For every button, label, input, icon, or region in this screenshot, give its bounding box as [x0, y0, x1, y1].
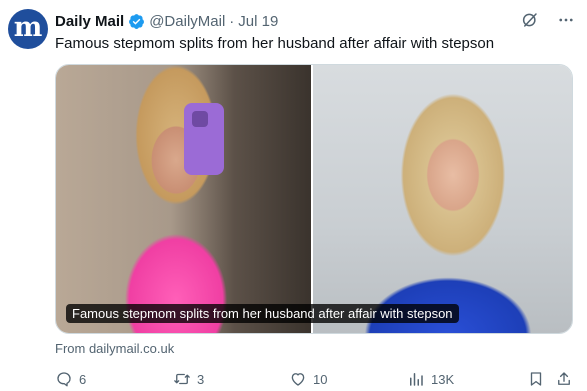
- author-name[interactable]: Daily Mail: [55, 13, 124, 30]
- like-count: 10: [313, 371, 328, 387]
- grok-icon[interactable]: [521, 11, 539, 29]
- phone-in-photo: [184, 103, 224, 175]
- views-button[interactable]: 13K: [407, 370, 454, 388]
- like-button[interactable]: 10: [289, 370, 327, 388]
- bookmark-icon: [530, 372, 542, 386]
- header-actions: [521, 11, 575, 29]
- tweet-header: Daily Mail @DailyMail · Jul 19: [55, 10, 278, 32]
- card-source[interactable]: From dailymail.co.uk: [55, 341, 174, 356]
- share-button[interactable]: [555, 370, 573, 388]
- repost-button[interactable]: 3: [173, 370, 204, 388]
- views-icon: [410, 373, 423, 386]
- reply-icon: [57, 372, 71, 387]
- heart-icon: [291, 373, 305, 386]
- link-card[interactable]: [55, 64, 573, 334]
- card-caption: Famous stepmom splits from her husband a…: [66, 304, 459, 323]
- repost-count: 3: [197, 371, 205, 387]
- avatar[interactable]: m: [8, 9, 48, 49]
- bookmark-button[interactable]: [527, 370, 545, 388]
- share-icon: [558, 372, 570, 385]
- tweet-actions: 6 3 10 13K: [55, 370, 575, 388]
- card-image-right: [313, 65, 572, 333]
- more-icon[interactable]: [557, 11, 575, 29]
- separator-dot: ·: [229, 12, 235, 30]
- card-image-left: [56, 65, 312, 333]
- reply-count: 6: [79, 371, 87, 387]
- author-handle[interactable]: @DailyMail: [149, 13, 225, 30]
- verified-badge-icon: [129, 13, 145, 29]
- tweet-text: Famous stepmom splits from her husband a…: [55, 35, 495, 52]
- repost-icon: [174, 373, 190, 385]
- views-count: 13K: [431, 371, 455, 387]
- avatar-letter: m: [13, 12, 43, 43]
- reply-button[interactable]: 6: [55, 370, 86, 388]
- tweet-date[interactable]: Jul 19: [238, 13, 278, 30]
